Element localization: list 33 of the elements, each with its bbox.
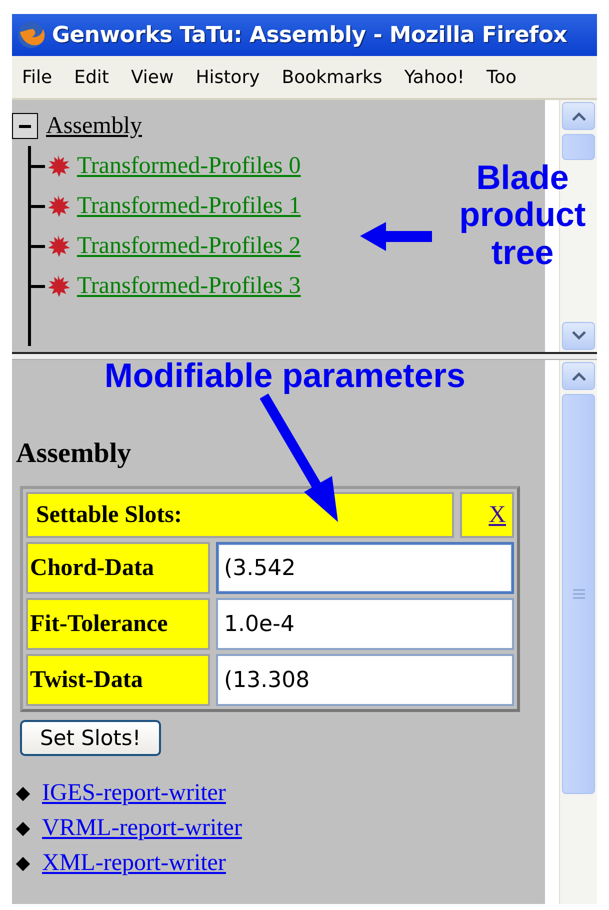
slot-label: Fit-Tolerance	[26, 598, 210, 650]
slot-input[interactable]: (3.542	[216, 542, 514, 594]
scrollbar[interactable]	[559, 360, 597, 904]
slot-label: Chord-Data	[26, 542, 210, 594]
annotation-text: Modifiable parameters	[104, 358, 466, 396]
annotation-text: Blade product tree	[458, 160, 587, 272]
report-link[interactable]: XML-report-writer	[42, 850, 226, 877]
menu-item[interactable]: View	[120, 66, 186, 88]
close-link[interactable]: X	[488, 502, 506, 528]
tree-root-link[interactable]: Assembly	[46, 112, 142, 140]
scroll-up-icon[interactable]	[570, 371, 586, 381]
slot-label: Twist-Data	[26, 654, 210, 706]
set-slots-button[interactable]: Set Slots!	[20, 720, 161, 756]
slot-input[interactable]: (13.308	[216, 654, 514, 706]
menu-item[interactable]: Yahoo!	[394, 66, 477, 88]
report-link[interactable]: VRML-report-writer	[42, 815, 242, 842]
menu-item[interactable]: Bookmarks	[272, 66, 394, 88]
menu-item[interactable]: History	[186, 66, 272, 88]
menu-item[interactable]: File	[12, 66, 64, 88]
menu-item[interactable]: Edit	[64, 66, 121, 88]
table-header: Settable Slots:	[26, 492, 454, 538]
window-title: Genworks TaTu: Assembly - Mozilla Firefox	[52, 22, 568, 48]
scroll-thumb[interactable]	[562, 394, 595, 794]
menu-item[interactable]: Too	[476, 66, 528, 88]
report-link[interactable]: IGES-report-writer	[42, 780, 226, 807]
scroll-up-icon[interactable]	[570, 111, 586, 121]
scroll-thumb[interactable]	[562, 134, 595, 160]
page-heading: Assembly	[16, 438, 132, 470]
annotation-arrow	[360, 220, 432, 252]
slot-input[interactable]: 1.0e-4	[216, 598, 514, 650]
scroll-down-icon[interactable]	[570, 331, 586, 341]
browser-logo-icon	[16, 20, 46, 50]
collapse-toggle[interactable]	[12, 113, 38, 139]
